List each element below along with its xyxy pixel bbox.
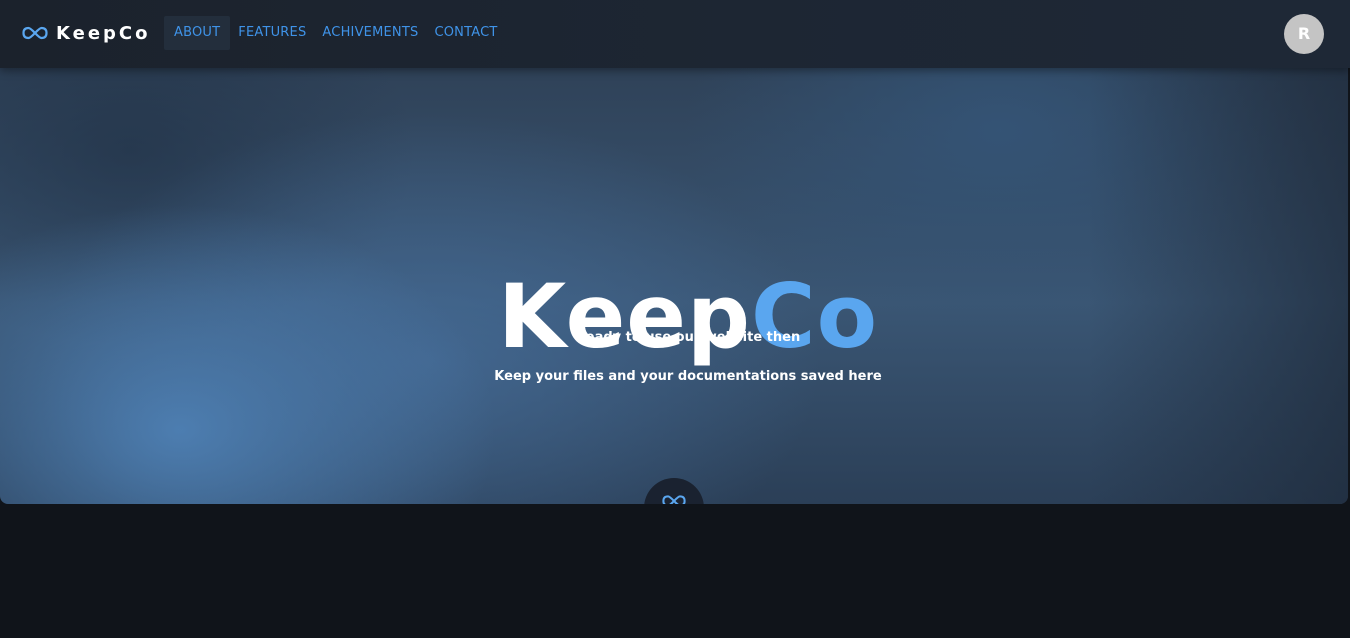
top-navbar: KeepCo ABOUT FEATURES ACHIVEMENTS CONTAC…	[0, 0, 1350, 68]
page: KeepCo Ready to use our website then Kee…	[0, 0, 1350, 638]
user-avatar[interactable]: R	[1284, 14, 1324, 54]
brand-logo-link[interactable]: KeepCo	[22, 20, 151, 46]
hero-section: KeepCo Ready to use our website then Kee…	[0, 0, 1348, 504]
hero-title-keep: Keep	[497, 264, 751, 368]
hero-tagline: Ready to use our website then	[575, 330, 801, 345]
nav-link-achivements[interactable]: ACHIVEMENTS	[314, 16, 426, 50]
hero-title: KeepCo	[0, 264, 1348, 368]
nav-link-features[interactable]: FEATURES	[230, 16, 314, 50]
nav-link-contact[interactable]: CONTACT	[426, 16, 505, 50]
dark-content-area	[0, 504, 1350, 638]
hero-title-co: Co	[750, 264, 879, 368]
nav-link-about[interactable]: ABOUT	[164, 16, 231, 50]
infinity-icon	[22, 26, 48, 40]
hero-subtitle: Keep your files and your documentations …	[494, 369, 882, 384]
nav-links: ABOUT FEATURES ACHIVEMENTS CONTACT	[164, 16, 506, 50]
brand-name: KeepCo	[56, 22, 151, 44]
